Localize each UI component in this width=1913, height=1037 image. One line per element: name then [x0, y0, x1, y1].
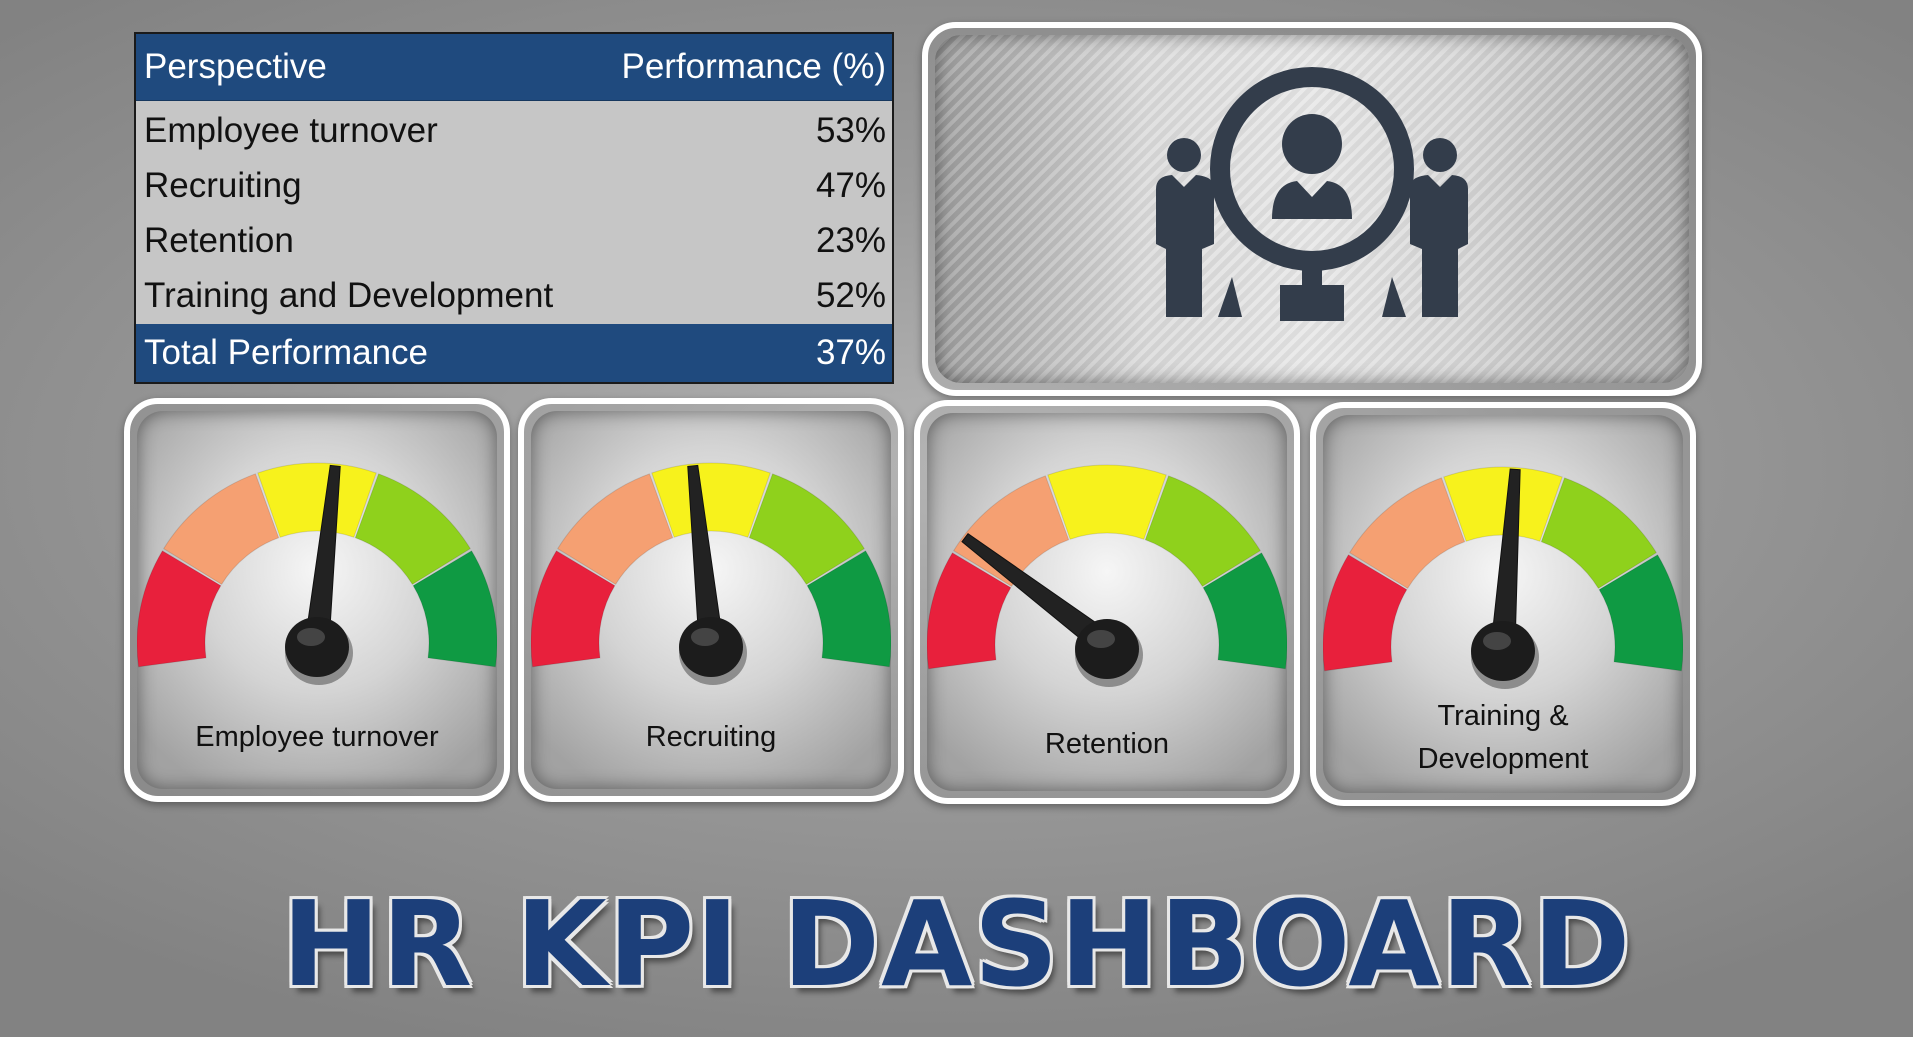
gauge-hub — [285, 617, 349, 677]
header-perspective: Perspective — [144, 47, 327, 86]
row-perspective: Recruiting — [144, 165, 302, 205]
gauge-hub — [1075, 619, 1139, 679]
row-performance: 47% — [815, 165, 886, 205]
total-perspective: Total Performance — [144, 333, 429, 372]
icon-figure-group — [1156, 67, 1468, 321]
table-header-row: Perspective Performance (%) — [136, 34, 892, 101]
hr-people-magnifier-icon — [1156, 67, 1468, 321]
gauge-hub-highlight — [1087, 630, 1115, 648]
row-perspective: Training and Development — [144, 275, 554, 315]
yellow-zone — [1443, 466, 1563, 542]
gauge-retention: Retention — [914, 400, 1300, 804]
gauge-hub-highlight — [1483, 632, 1511, 650]
gauge-label: Recruiting — [645, 721, 777, 753]
row-perspective: Retention — [144, 220, 294, 260]
table-row: Recruiting 47% — [136, 158, 892, 213]
row-performance: 52% — [815, 275, 886, 315]
row-performance: 23% — [815, 220, 886, 260]
gauge-hub-highlight — [297, 628, 325, 646]
gauge-label: Training & Development — [1323, 695, 1683, 781]
yellow-zone — [257, 462, 377, 538]
gauge-label: Employee turnover — [195, 721, 439, 753]
gauge-label-line: Training & — [1437, 700, 1569, 732]
yellow-zone — [1047, 464, 1167, 540]
gauge-hub — [679, 617, 743, 677]
row-performance: 53% — [815, 110, 886, 150]
table-total-row: Total Performance 37% — [136, 324, 892, 382]
total-performance: 37% — [815, 333, 886, 372]
gauge-employee-turnover: Employee turnover — [124, 398, 510, 802]
table-row: Training and Development 52% — [136, 268, 892, 323]
gauge-training-development: Training & Development — [1310, 402, 1696, 806]
header-performance: Performance (%) — [621, 47, 886, 86]
gauge-hub — [1471, 621, 1535, 681]
table-row: Retention 23% — [136, 213, 892, 268]
dashboard-title: HR KPI DASHBOARD — [281, 875, 1632, 1013]
yellow-zone — [651, 462, 771, 538]
gauge-label: Retention — [1044, 728, 1170, 760]
gauge-hub-highlight — [691, 628, 719, 646]
kpi-table: Perspective Performance (%) Employee tur… — [134, 32, 894, 384]
gauge-recruiting: Recruiting — [518, 398, 904, 802]
gauge-label-line: Development — [1417, 743, 1589, 775]
hero-icon-panel — [922, 22, 1702, 396]
row-perspective: Employee turnover — [144, 110, 438, 150]
table-row: Employee turnover 53% — [136, 103, 892, 158]
